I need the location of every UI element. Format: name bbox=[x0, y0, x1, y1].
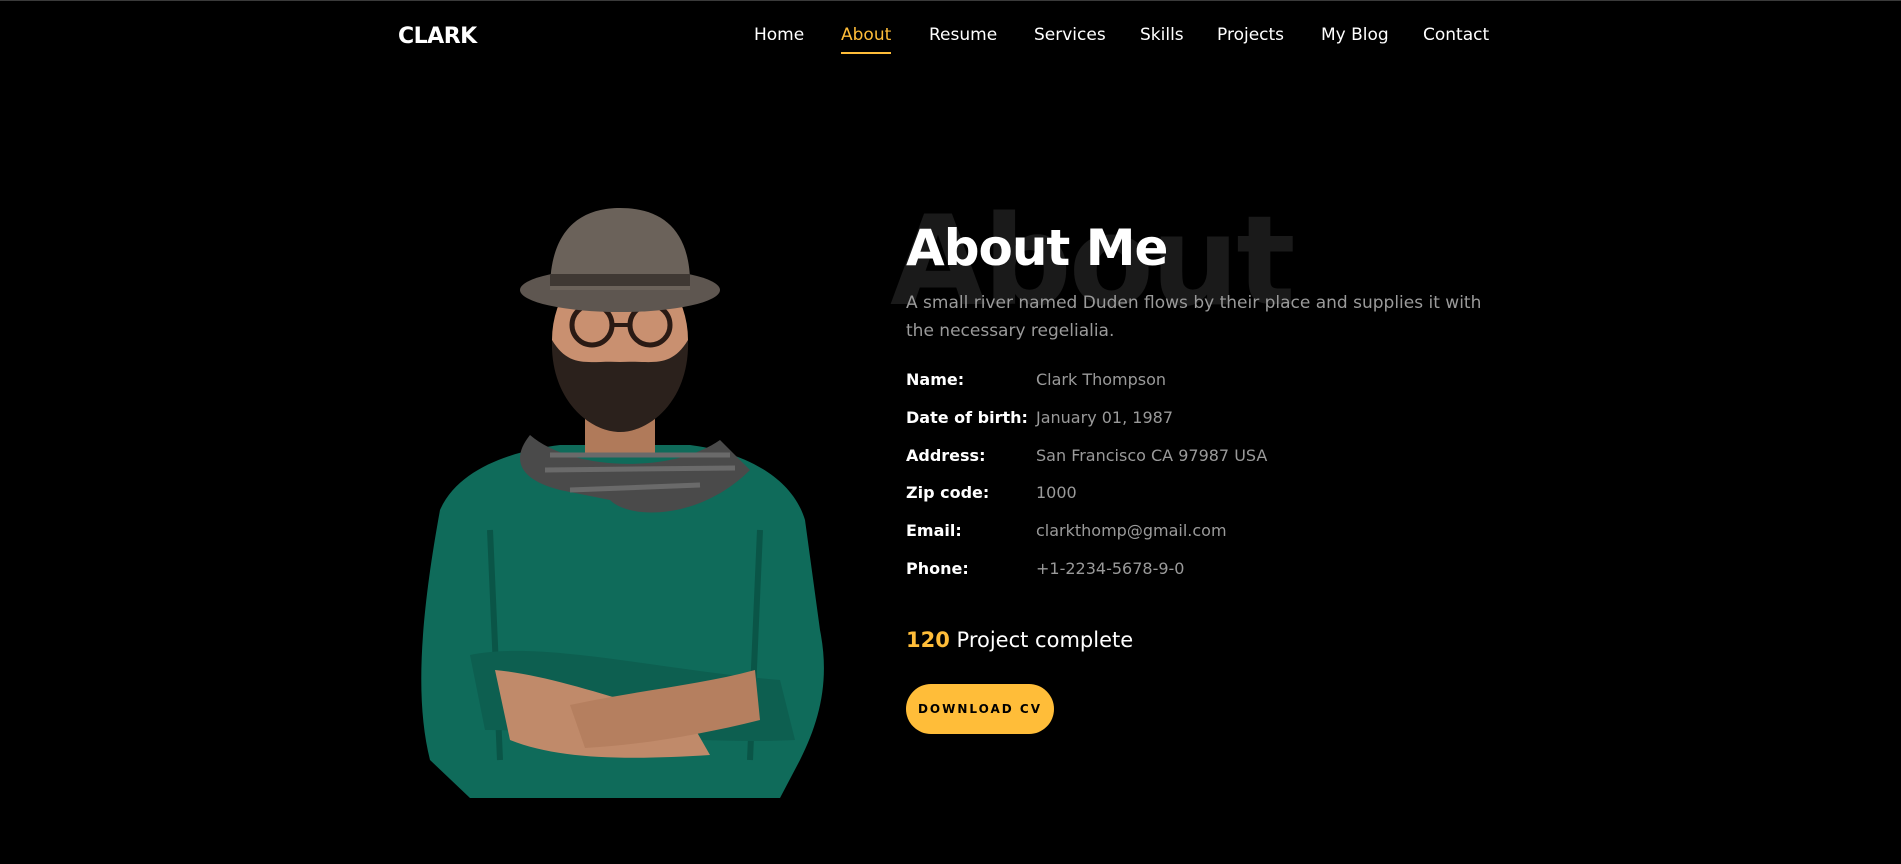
nav-skills[interactable]: Skills bbox=[1140, 24, 1184, 46]
info-label: Phone: bbox=[906, 558, 969, 578]
info-value: San Francisco CA 97987 USA bbox=[1036, 445, 1268, 465]
info-label: Name: bbox=[906, 370, 965, 389]
nav-services[interactable]: Services bbox=[1034, 24, 1106, 46]
projects-count: 120 bbox=[906, 628, 950, 652]
nav-home[interactable]: Home bbox=[754, 24, 804, 46]
navbar: CLARK Home About Resume Services Skills … bbox=[0, 0, 1901, 72]
nav-my-blog[interactable]: My Blog bbox=[1321, 24, 1389, 46]
info-label: Zip code: bbox=[906, 483, 990, 503]
info-row-address: Address: San Francisco CA 97987 USA bbox=[906, 446, 1606, 484]
page-title: About Me bbox=[906, 218, 1168, 277]
nav-resume[interactable]: Resume bbox=[929, 24, 997, 46]
info-value: clarkthomp@gmail.com bbox=[1036, 521, 1227, 541]
info-row-zip-code: Zip code: 1000 bbox=[906, 483, 1606, 521]
info-value: Clark Thompson bbox=[1036, 370, 1167, 389]
info-row-name: Name: Clark Thompson bbox=[906, 370, 1606, 408]
info-label: Email: bbox=[906, 521, 962, 541]
projects-complete: 120 Project complete bbox=[906, 628, 1133, 652]
info-value: January 01, 1987 bbox=[1036, 407, 1173, 427]
nav-about[interactable]: About bbox=[841, 24, 892, 54]
nav-projects[interactable]: Projects bbox=[1217, 24, 1284, 46]
info-row-date-of-birth: Date of birth: January 01, 1987 bbox=[906, 408, 1606, 446]
download-cv-button[interactable]: DOWNLOAD CV bbox=[906, 684, 1054, 734]
info-label: Address: bbox=[906, 445, 986, 465]
info-label: Date of birth: bbox=[906, 407, 1028, 427]
info-value: +1-2234-5678-9-0 bbox=[1036, 558, 1185, 578]
info-row-email: Email: clarkthomp@gmail.com bbox=[906, 521, 1606, 559]
main-nav: Home About Resume Services Skills Projec… bbox=[0, 24, 1901, 54]
profile-photo bbox=[421, 208, 824, 798]
nav-contact[interactable]: Contact bbox=[1423, 24, 1489, 46]
intro-text: A small river named Duden flows by their… bbox=[906, 293, 1482, 341]
info-list: Name: Clark Thompson Date of birth: Janu… bbox=[906, 370, 1606, 597]
info-value: 1000 bbox=[1036, 483, 1077, 503]
projects-label: Project complete bbox=[956, 628, 1134, 652]
info-row-phone: Phone: +1-2234-5678-9-0 bbox=[906, 559, 1606, 597]
